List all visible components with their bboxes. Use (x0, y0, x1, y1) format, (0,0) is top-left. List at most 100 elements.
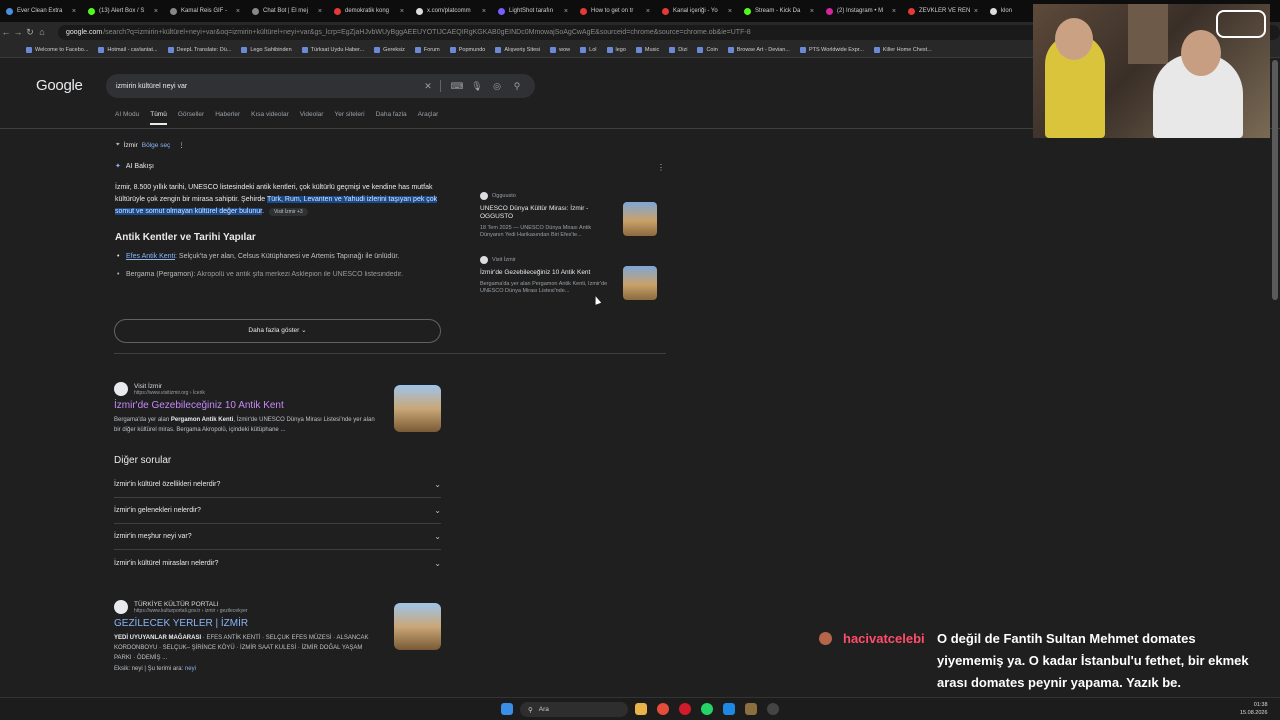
bookmark-item[interactable]: Popmundo (449, 46, 485, 53)
search-divider (440, 80, 441, 92)
card-thumbnail (623, 202, 657, 236)
forward-icon[interactable]: → (12, 27, 24, 37)
bookmark-item[interactable]: Welcome to Facebo... (26, 46, 88, 53)
whatsapp-icon[interactable] (701, 703, 713, 715)
ai-source-card[interactable]: Ogguusto UNESCO Dünya Kültür Mirası: İzm… (480, 192, 665, 254)
source-chip[interactable]: Visit İzmir +3 (269, 208, 308, 216)
bookmark-item[interactable]: Coin (697, 46, 718, 53)
browser-tab[interactable]: Kamal Reis GIF - × (164, 2, 246, 20)
back-icon[interactable]: ← (0, 27, 12, 37)
search-tab[interactable]: Daha fazla (376, 111, 407, 125)
bookmark-item[interactable]: Music (635, 46, 659, 53)
card-source: Ogguusto (480, 192, 665, 200)
snippet-text: Bergama'da yer alan (114, 417, 171, 423)
browser-tab[interactable]: (13) Alert Box / S × (82, 2, 164, 20)
search-tab[interactable]: Tümü (150, 111, 167, 125)
show-more-button[interactable]: Daha fazla göster ⌄ (114, 319, 441, 343)
taskbar-search[interactable]: ⚲ Ara (520, 702, 628, 717)
browser-tab[interactable]: x.com/platcomm × (410, 2, 492, 20)
browser-tab[interactable]: How to get on tr × (574, 2, 656, 20)
close-tab-icon[interactable]: × (892, 8, 896, 15)
bookmark-item[interactable]: Browse Art - Devian... (727, 46, 790, 53)
system-clock[interactable]: 01:38 15.08.2026 (1240, 701, 1268, 717)
close-tab-icon[interactable]: × (646, 8, 650, 15)
obs-icon[interactable] (767, 703, 779, 715)
search-tab[interactable]: Haberler (215, 111, 240, 125)
ai-source-card[interactable]: Visit İzmir İzmir'de Gezebileceğiniz 10 … (480, 256, 665, 318)
site-url: https://www.visitizmir.org › İcerik (134, 389, 205, 396)
close-tab-icon[interactable]: × (72, 8, 76, 15)
bookmark-item[interactable]: lego (606, 46, 626, 53)
close-tab-icon[interactable]: × (318, 8, 322, 15)
browser-tab[interactable]: ZEVKLER VE REN × (902, 2, 984, 20)
bookmark-item[interactable]: Dizi (669, 46, 687, 53)
search-box[interactable]: izmirin kültürel neyi var ✕ ⌨ 🎙 ◎ ⚲ (106, 74, 535, 98)
search-tab[interactable]: Videolar (300, 111, 324, 125)
microphone-icon[interactable]: 🎙 (469, 81, 485, 92)
bookmark-item[interactable]: Türksat Uydu Haber... (301, 46, 364, 53)
keyboard-icon[interactable]: ⌨ (449, 81, 465, 92)
bookmark-icon (727, 46, 734, 53)
paa-question[interactable]: İzmir'in meşhur neyi var? ⌄ (114, 524, 441, 550)
close-tab-icon[interactable]: × (810, 8, 814, 15)
browser-tab[interactable]: Chat Bot | El mej × (246, 2, 328, 20)
bookmark-item[interactable]: Forum (414, 46, 440, 53)
choose-region-link[interactable]: Bölge seç (142, 142, 171, 149)
paa-question[interactable]: İzmir'in kültürel özellikleri nelerdir? ⌄ (114, 472, 441, 498)
efes-link[interactable]: Efes Antik Kenti (126, 253, 175, 260)
close-tab-icon[interactable]: × (728, 8, 732, 15)
close-tab-icon[interactable]: × (236, 8, 240, 15)
result-thumbnail[interactable] (394, 385, 441, 432)
search-tab[interactable]: Kısa videolar (251, 111, 289, 125)
search-input[interactable]: izmirin kültürel neyi var (116, 83, 416, 90)
search-tab[interactable]: Görseller (178, 111, 204, 125)
search-tab[interactable]: Araçlar (418, 111, 439, 125)
tab-favicon-icon (170, 7, 177, 15)
browser-tab[interactable]: Ever Clean Extra × (0, 2, 82, 20)
close-tab-icon[interactable]: × (974, 8, 978, 15)
browser-tab[interactable]: LightShot tarafın × (492, 2, 574, 20)
chevron-down-icon: ⌄ (434, 532, 441, 541)
bookmark-item[interactable]: Killer Home Chest... (873, 46, 932, 53)
bookmark-item[interactable]: Lego Sahibinden (241, 46, 292, 53)
bookmark-item[interactable]: Alışveriş Sitesi (495, 46, 541, 53)
close-tab-icon[interactable]: × (154, 8, 158, 15)
bookmark-icon (799, 46, 806, 53)
search-term-link[interactable]: neyi (185, 666, 196, 672)
bookmark-item[interactable]: wow (550, 46, 570, 53)
paa-question[interactable]: İzmir'in kültürel mirasları nelerdir? ⌄ (114, 550, 441, 576)
location-menu-icon[interactable]: ⋮ (178, 141, 185, 149)
bookmark-item[interactable]: Lol (580, 46, 597, 53)
browser-tab[interactable]: demokratik kong × (328, 2, 410, 20)
browser-tab[interactable]: Kanal içeriği - Yo × (656, 2, 738, 20)
scrollbar-thumb[interactable] (1272, 60, 1278, 300)
close-tab-icon[interactable]: × (400, 8, 404, 15)
chrome-icon[interactable] (657, 703, 669, 715)
google-logo[interactable]: Google (36, 77, 83, 94)
close-tab-icon[interactable]: × (482, 8, 486, 15)
search-tab[interactable]: AI Modu (115, 111, 139, 125)
ai-more-icon[interactable]: ⋮ (657, 163, 665, 172)
paa-question[interactable]: İzmir'in gelenekleri nelerdir? ⌄ (114, 498, 441, 524)
bookmark-label: Alışveriş Sitesi (504, 46, 541, 53)
search-tab[interactable]: Yer siteleri (334, 111, 364, 125)
browser-tab[interactable]: Stream - Kick Da × (738, 2, 820, 20)
home-icon[interactable]: ⌂ (36, 27, 48, 37)
bookmark-item[interactable]: Hotmail - cavlantat... (98, 46, 158, 53)
result-thumbnail[interactable] (394, 603, 441, 650)
app-icon[interactable] (745, 703, 757, 715)
search-icon[interactable]: ⚲ (509, 81, 525, 92)
reload-icon[interactable]: ↻ (24, 27, 36, 38)
lens-icon[interactable]: ◎ (489, 81, 505, 92)
app-icon[interactable] (723, 703, 735, 715)
browser-tab[interactable]: (2) Instagram • M × (820, 2, 902, 20)
bookmark-label: Lego Sahibinden (250, 46, 292, 53)
bookmark-item[interactable]: Gereksiz (374, 46, 405, 53)
clear-icon[interactable]: ✕ (420, 81, 436, 92)
file-explorer-icon[interactable] (635, 703, 647, 715)
bookmark-item[interactable]: DeepL Translate: Dü... (167, 46, 231, 53)
opera-icon[interactable] (679, 703, 691, 715)
close-tab-icon[interactable]: × (564, 8, 568, 15)
bookmark-item[interactable]: PTS Worldwide Expr... (799, 46, 864, 53)
windows-start-icon[interactable] (501, 703, 513, 715)
